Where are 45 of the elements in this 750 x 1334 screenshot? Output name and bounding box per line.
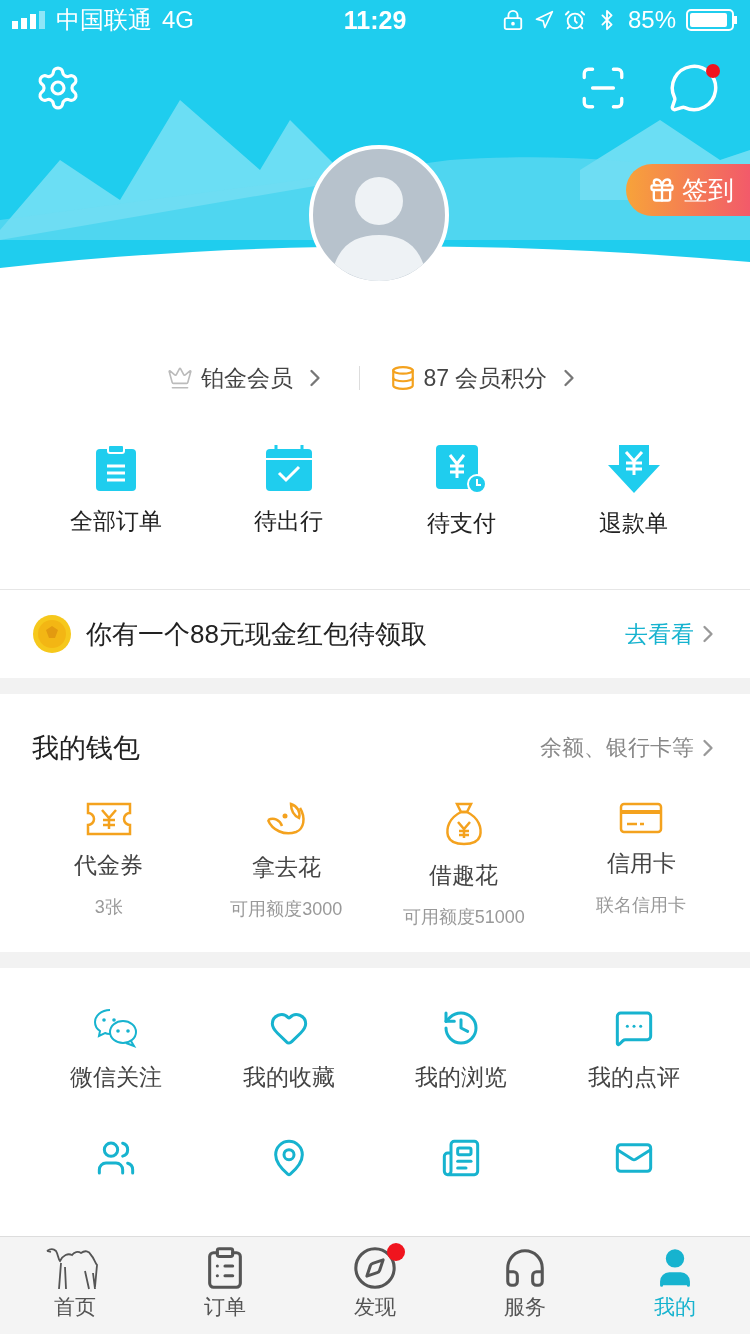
battery-text: 85% [627, 6, 676, 34]
money-bag-icon [444, 802, 483, 846]
order-shortcut[interactable]: 退款单 [547, 444, 720, 554]
order-shortcut[interactable]: 待出行 [202, 444, 375, 554]
wallet-item[interactable]: 借趣花 可用额度51000 [375, 802, 553, 930]
wallet-more-link[interactable]: 余额、银行卡等 [540, 733, 722, 763]
document-icon [441, 1138, 482, 1178]
service-shortcut[interactable]: 微信关注 [30, 1008, 203, 1100]
service-shortcut[interactable]: 我的浏览 [375, 1008, 548, 1100]
tab[interactable]: 发现 [300, 1237, 450, 1334]
clock-text: 11:29 [343, 5, 407, 35]
battery-icon [686, 9, 738, 31]
member-level-link[interactable]: 铂金会员 [166, 362, 329, 394]
network-text: 4G [162, 6, 194, 34]
signal-icon [12, 11, 46, 29]
coin-icon [32, 614, 72, 654]
wallet-item[interactable]: 代金券 3张 [20, 802, 198, 930]
coin-stack-icon [389, 365, 416, 391]
gift-icon [648, 176, 676, 204]
credit-card-icon [619, 802, 664, 834]
tab[interactable]: 首页 [0, 1237, 150, 1334]
tab[interactable]: 订单 [150, 1237, 300, 1334]
crown-icon [166, 365, 193, 391]
chat-bubbles-icon [93, 1008, 140, 1048]
order-shortcut[interactable]: 全部订单 [30, 444, 203, 554]
section-title: 我的钱包 [32, 732, 140, 765]
tab[interactable]: 服务 [450, 1237, 600, 1334]
ticket-icon [85, 802, 132, 836]
service-shortcut[interactable]: 我的收藏 [202, 1008, 375, 1100]
hand-coin-icon [265, 802, 308, 838]
order-shortcut[interactable]: 待支付 [375, 444, 548, 554]
yen-clock-icon [435, 444, 488, 494]
alarm-icon [563, 9, 586, 31]
member-points-link[interactable]: 87 会员积分 [389, 362, 584, 394]
wallet-item[interactable]: 拿去花 可用额度3000 [197, 802, 375, 930]
compass-icon [352, 1245, 398, 1291]
messages-button[interactable] [668, 62, 720, 114]
banner-text: 你有一个88元现金红包待领取 [86, 617, 428, 651]
service-shortcut[interactable]: 我的点评 [547, 1008, 720, 1100]
location-icon [533, 10, 554, 30]
calendar-check-icon [263, 444, 314, 492]
clipboard-icon [94, 444, 139, 492]
yen-arrow-down-icon [606, 444, 661, 494]
wallet-item[interactable]: 信用卡 联名信用卡 [552, 802, 730, 930]
carrier-text: 中国联通 [56, 5, 152, 35]
